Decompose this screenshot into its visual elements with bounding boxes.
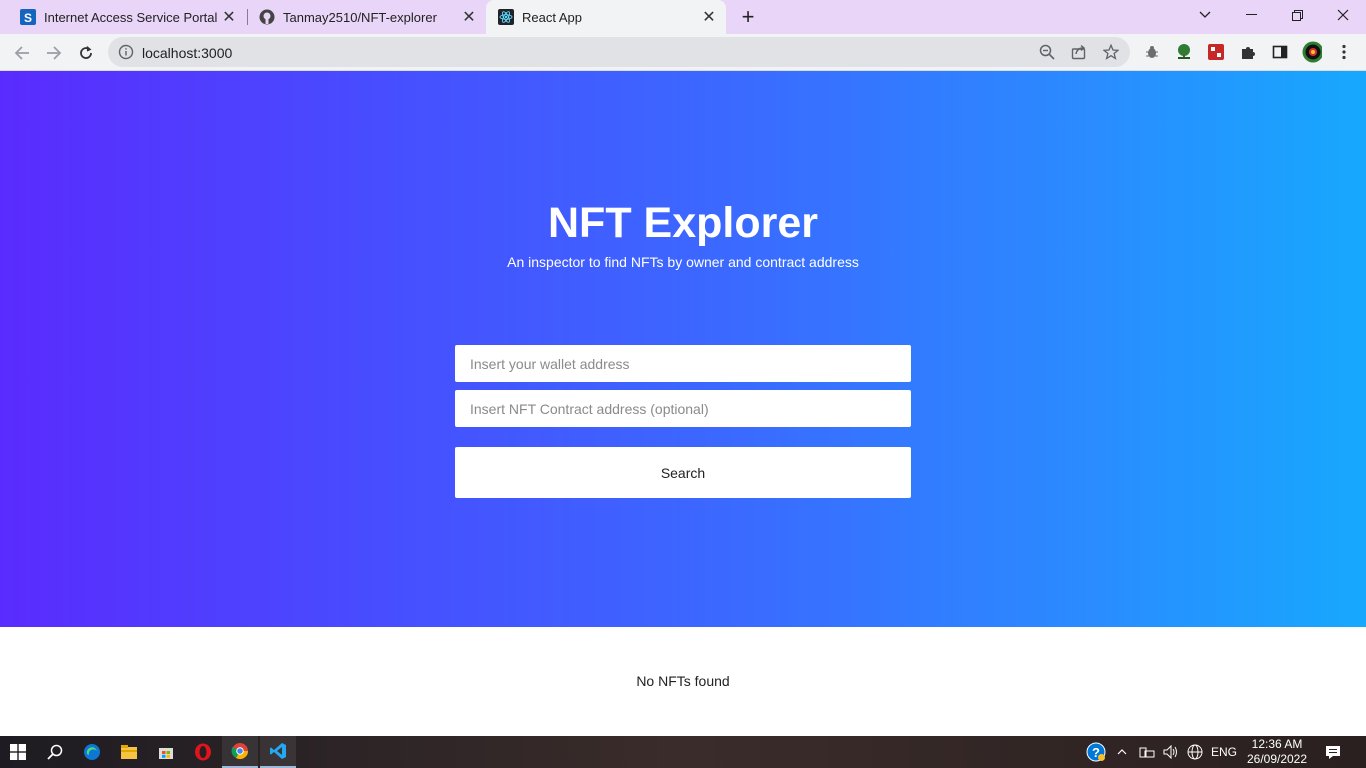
side-panel-icon[interactable] [1270, 42, 1290, 62]
close-tab-icon[interactable]: ✕ [460, 8, 478, 26]
s-portal-icon: S [20, 9, 36, 25]
back-arrow-icon[interactable] [8, 39, 36, 67]
clock-time: 12:36 AM [1251, 737, 1303, 751]
tab-search-chevron-icon[interactable] [1182, 0, 1228, 30]
wallet-address-input[interactable] [455, 345, 911, 382]
search-icon[interactable] [37, 736, 73, 768]
tab-title: Tanmay2510/NFT-explorer [283, 9, 437, 25]
browser-toolbar: localhost:3000 [0, 34, 1366, 71]
clock-date: 26/09/2022 [1246, 752, 1308, 766]
reload-icon[interactable] [72, 39, 100, 67]
show-hidden-icons-chevron-icon[interactable] [1112, 736, 1132, 768]
vscode-icon[interactable] [260, 736, 296, 768]
red-extension-icon[interactable] [1206, 42, 1226, 62]
help-icon[interactable]: ? [1084, 736, 1108, 768]
contract-address-input[interactable] [455, 390, 911, 427]
react-icon [498, 9, 514, 25]
new-tab-icon[interactable]: + [736, 4, 760, 29]
page-subtitle: An inspector to find NFTs by owner and c… [507, 254, 859, 270]
svg-text:S: S [24, 11, 32, 25]
close-tab-icon[interactable]: ✕ [700, 8, 718, 26]
share-icon[interactable] [1070, 43, 1088, 61]
language-indicator[interactable]: ENG [1208, 736, 1240, 768]
bug-extension-icon[interactable] [1142, 42, 1162, 62]
tab-title: Internet Access Service Portal [44, 9, 218, 25]
network-icon[interactable] [1136, 736, 1158, 768]
more-menu-icon[interactable] [1334, 42, 1354, 62]
site-info-icon[interactable] [118, 44, 134, 60]
profile-avatar[interactable] [1302, 41, 1322, 63]
address-bar[interactable]: localhost:3000 [108, 37, 1130, 67]
close-tab-icon[interactable]: ✕ [220, 8, 238, 26]
close-window-icon[interactable] [1320, 0, 1366, 30]
bookmark-star-icon[interactable] [1102, 43, 1120, 61]
edge-icon[interactable] [74, 736, 110, 768]
taskbar: ? ENG 12:36 AM 26/09/2022 [0, 736, 1366, 768]
extensions-puzzle-icon[interactable] [1238, 42, 1258, 62]
tab-react-app[interactable]: React App ✕ [486, 0, 726, 34]
globe-icon[interactable] [1184, 736, 1206, 768]
github-icon [259, 9, 275, 25]
hero-section: NFT Explorer An inspector to find NFTs b… [0, 71, 1366, 627]
restore-icon[interactable] [1274, 0, 1320, 30]
tab-title: React App [522, 9, 582, 25]
forward-arrow-icon[interactable] [40, 39, 68, 67]
volume-icon[interactable] [1160, 736, 1182, 768]
tab-internet-access-portal[interactable]: S Internet Access Service Portal ✕ [0, 0, 246, 34]
url-text: localhost:3000 [142, 45, 233, 61]
tab-strip: S Internet Access Service Portal ✕ Tanma… [0, 0, 1366, 34]
search-button[interactable]: Search [455, 447, 911, 498]
store-icon[interactable] [148, 736, 184, 768]
empty-results-message: No NFTs found [636, 673, 730, 689]
notifications-icon[interactable] [1320, 736, 1346, 768]
windows-start-icon[interactable] [0, 736, 36, 768]
clock[interactable]: 12:36 AM 26/09/2022 [1244, 737, 1310, 767]
file-explorer-icon[interactable] [111, 736, 147, 768]
tree-extension-icon[interactable] [1174, 42, 1194, 62]
tab-github-nft-explorer[interactable]: Tanmay2510/NFT-explorer ✕ [239, 0, 486, 34]
page-title: NFT Explorer [548, 199, 818, 247]
minimize-icon[interactable] [1228, 0, 1274, 30]
opera-icon[interactable] [185, 736, 221, 768]
chrome-icon[interactable] [222, 736, 258, 768]
zoom-icon[interactable] [1038, 43, 1056, 61]
